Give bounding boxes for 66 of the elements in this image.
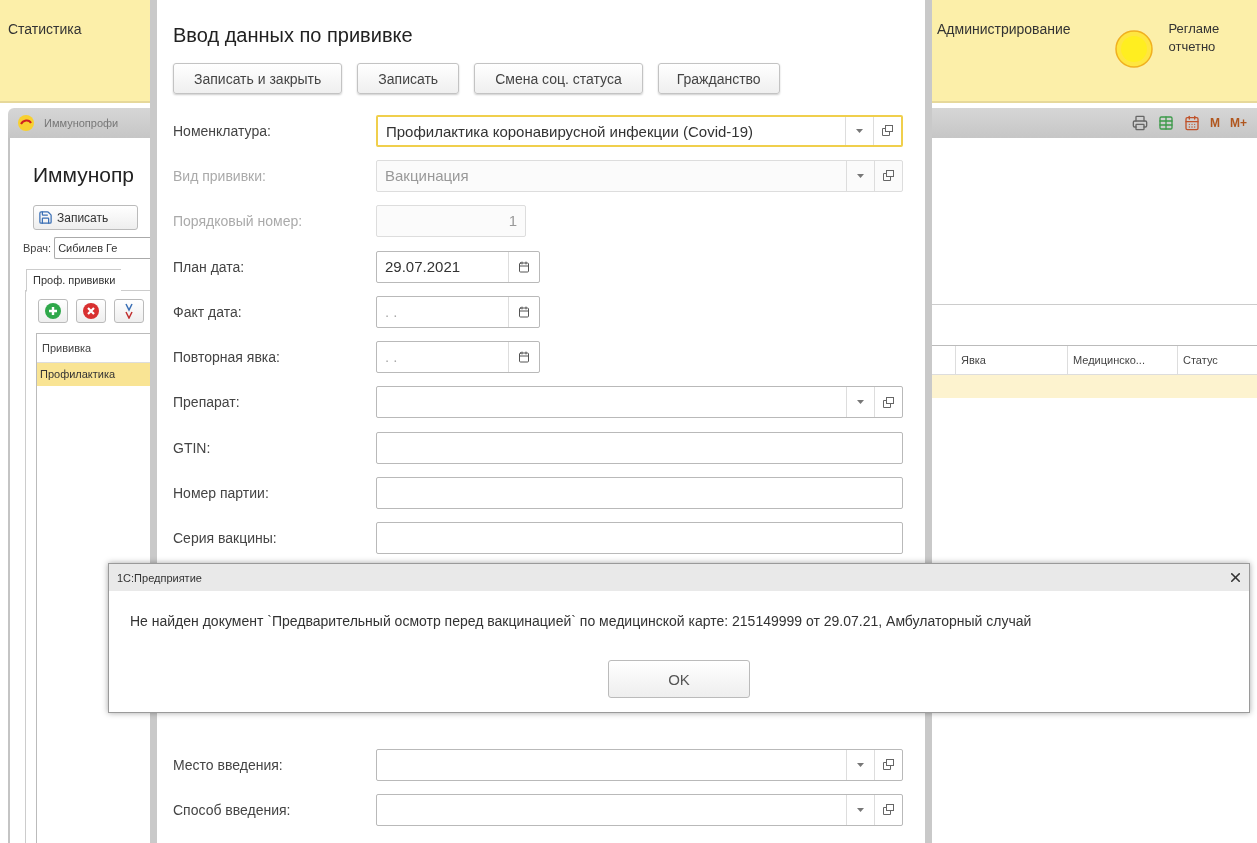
field-label: Место введения: xyxy=(173,756,284,773)
select-field[interactable] xyxy=(376,748,903,781)
field-label: План дата: xyxy=(173,258,246,275)
tab[interactable]: Проф. прививки xyxy=(26,269,122,292)
dialog-title: Ввод данных по прививке xyxy=(173,23,414,48)
calendar-icon xyxy=(518,305,530,318)
section-label[interactable]: Администрирование xyxy=(937,20,1071,38)
field-label: Серия вакцины: xyxy=(173,530,278,547)
field-label: Факт дата: xyxy=(173,303,243,320)
select-field[interactable] xyxy=(376,793,903,826)
app-logo-icon xyxy=(18,115,34,131)
calendar-icon xyxy=(518,260,530,273)
dropdown-arrow-icon xyxy=(857,400,864,405)
field-label: Номер партии: xyxy=(173,485,270,501)
open-form-icon xyxy=(882,125,893,137)
field-label: Вид прививки: xyxy=(173,167,267,184)
column-header[interactable]: Статус xyxy=(1178,346,1257,374)
delete-button[interactable] xyxy=(76,299,106,323)
date-field[interactable]: 29.07.2021 xyxy=(376,250,540,283)
field-label: Номенклатура: xyxy=(173,122,272,139)
dropdown-arrow-icon xyxy=(857,762,864,767)
toolbar-button[interactable]: Гражданство xyxy=(657,63,780,94)
table-row[interactable]: Профилактика xyxy=(37,363,150,386)
save-button[interactable]: Записать xyxy=(33,205,138,230)
printer-icon[interactable] xyxy=(1132,115,1148,131)
open-form-icon xyxy=(883,396,894,408)
dropdown-arrow-icon xyxy=(856,128,863,133)
save-icon xyxy=(38,210,53,225)
doctor-field[interactable]: Сибилев Ге xyxy=(54,237,150,259)
section-label[interactable]: Статистика xyxy=(8,20,82,38)
field-label: Препарат: xyxy=(173,394,241,411)
open-form-icon xyxy=(883,804,894,816)
close-icon[interactable] xyxy=(1228,570,1243,585)
field-label: Врач: xyxy=(23,242,52,254)
message-text: Не найден документ `Предварительный осмотр перед вакцинацией` по медицинской карте: 215149999 от 29.07.21, Амбулаторный случай xyxy=(130,613,1033,629)
column-header[interactable]: Явка xyxy=(956,346,1068,374)
table-icon[interactable] xyxy=(1158,115,1174,131)
add-icon xyxy=(45,303,61,319)
open-form-icon xyxy=(883,759,894,771)
select-field[interactable] xyxy=(376,386,903,419)
column-header[interactable]: Медицинско... xyxy=(1068,346,1178,374)
toolbar-button[interactable]: Записать xyxy=(357,63,460,94)
section-label[interactable]: Регламе отчетно xyxy=(1168,20,1220,56)
form-title: Иммунопр xyxy=(33,162,136,188)
toolbar-button[interactable]: Записать и закрыть xyxy=(173,63,343,94)
add-button[interactable] xyxy=(38,299,68,323)
input-field[interactable] xyxy=(376,431,903,464)
input-field[interactable] xyxy=(376,522,903,555)
dropdown-arrow-icon xyxy=(857,173,864,178)
calendar-icon[interactable] xyxy=(1184,115,1200,131)
calendar-icon xyxy=(518,351,530,364)
open-form-icon xyxy=(883,170,894,182)
dropdown-arrow-icon xyxy=(857,807,864,812)
field-label: Способ введения: xyxy=(173,801,292,818)
field-label: Порядковый номер: xyxy=(173,213,304,230)
ok-button[interactable]: OK xyxy=(608,660,750,698)
select-field[interactable]: Профилактика коронавирусной инфекции (Covid-19) xyxy=(376,114,903,147)
sort-icon xyxy=(124,303,134,319)
input-field[interactable] xyxy=(376,477,903,509)
sort-button[interactable] xyxy=(114,299,144,323)
delete-icon xyxy=(83,303,99,319)
field-label: Повторная явка: xyxy=(173,349,281,366)
sun-icon xyxy=(1114,30,1153,68)
toolbar-button[interactable]: Смена соц. статуса xyxy=(474,63,643,94)
field-label: GTIN: xyxy=(173,439,212,456)
dialog-title: 1С:Предприятие xyxy=(117,571,202,584)
